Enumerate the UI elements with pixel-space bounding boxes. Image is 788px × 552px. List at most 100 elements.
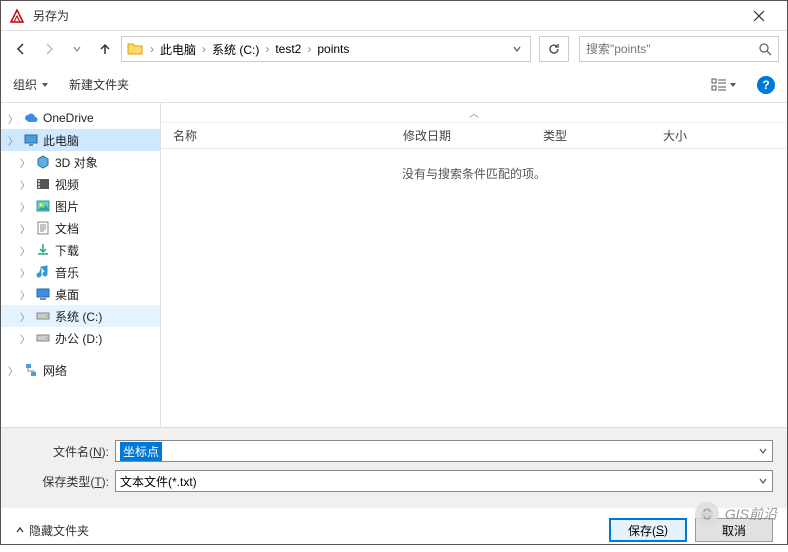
- chevron-right-icon[interactable]: ›: [150, 42, 154, 56]
- footer: 隐藏文件夹 保存(S) 取消: [1, 508, 787, 552]
- address-dropdown[interactable]: [508, 44, 526, 54]
- filename-dropdown[interactable]: [758, 446, 768, 456]
- tree-item-label: 图片: [55, 198, 79, 215]
- network-icon: [23, 362, 39, 378]
- file-list-area: ︿ 名称 修改日期 类型 大小 没有与搜索条件匹配的项。: [161, 103, 787, 427]
- search-icon[interactable]: [758, 42, 772, 56]
- bottom-panel: 文件名(N): 坐标点 保存类型(T): 文本文件(*.txt): [1, 427, 787, 508]
- hide-folders-toggle[interactable]: 隐藏文件夹: [15, 522, 89, 539]
- titlebar: 另存为: [1, 1, 787, 31]
- app-icon: [9, 8, 25, 24]
- forward-button[interactable]: [37, 37, 61, 61]
- save-button[interactable]: 保存(S): [609, 518, 687, 542]
- tree-item-视频[interactable]: 〉视频: [1, 173, 160, 195]
- filetype-field[interactable]: 文本文件(*.txt): [115, 470, 773, 492]
- desktop-icon: [35, 286, 51, 302]
- filetype-row: 保存类型(T): 文本文件(*.txt): [15, 470, 773, 492]
- expand-icon[interactable]: 〉: [19, 265, 31, 280]
- help-button[interactable]: ?: [757, 76, 775, 94]
- close-button[interactable]: [739, 1, 779, 31]
- body-area: 〉OneDrive〉此电脑〉3D 对象〉视频〉图片〉文档〉下载〉音乐〉桌面〉系统…: [1, 103, 787, 427]
- download-icon: [35, 242, 51, 258]
- tree-item-label: 3D 对象: [55, 154, 98, 171]
- window-title: 另存为: [33, 7, 739, 24]
- filename-value[interactable]: 坐标点: [120, 442, 162, 461]
- column-name[interactable]: 名称: [161, 127, 391, 144]
- hide-folders-label: 隐藏文件夹: [29, 522, 89, 539]
- column-size[interactable]: 大小: [651, 127, 731, 144]
- tree-item-OneDrive[interactable]: 〉 OneDrive: [1, 107, 160, 129]
- video-icon: [35, 176, 51, 192]
- filename-label: 文件名(N):: [15, 443, 115, 460]
- navbar: › 此电脑 › 系统 (C:) › test2 › points: [1, 31, 787, 67]
- tree-item-label: 网络: [43, 362, 67, 379]
- empty-message: 没有与搜索条件匹配的项。: [161, 149, 787, 198]
- up-button[interactable]: [93, 37, 117, 61]
- search-box[interactable]: [579, 36, 779, 62]
- tree-item-桌面[interactable]: 〉 桌面: [1, 283, 160, 305]
- drive-icon: [35, 308, 51, 324]
- chevron-right-icon: ›: [202, 42, 206, 56]
- cancel-button[interactable]: 取消: [695, 518, 773, 542]
- filetype-dropdown[interactable]: [758, 476, 768, 486]
- breadcrumb-item[interactable]: 系统 (C:): [208, 39, 263, 60]
- tree-item-label: OneDrive: [43, 111, 94, 125]
- tree-item-文档[interactable]: 〉 文档: [1, 217, 160, 239]
- breadcrumb-item[interactable]: points: [313, 40, 353, 58]
- filename-field[interactable]: 坐标点: [115, 440, 773, 462]
- chevron-right-icon: ›: [265, 42, 269, 56]
- organize-menu[interactable]: 组织: [13, 76, 49, 93]
- expand-icon[interactable]: 〉: [19, 199, 31, 214]
- folder-tree[interactable]: 〉OneDrive〉此电脑〉3D 对象〉视频〉图片〉文档〉下载〉音乐〉桌面〉系统…: [1, 103, 161, 427]
- column-date[interactable]: 修改日期: [391, 127, 531, 144]
- view-options-button[interactable]: [711, 78, 737, 92]
- filename-row: 文件名(N): 坐标点: [15, 440, 773, 462]
- drive-icon: [35, 330, 51, 346]
- address-bar[interactable]: › 此电脑 › 系统 (C:) › test2 › points: [121, 36, 531, 62]
- back-button[interactable]: [9, 37, 33, 61]
- toolbar: 组织 新建文件夹 ?: [1, 67, 787, 103]
- doc-icon: [35, 220, 51, 236]
- expand-icon[interactable]: 〉: [19, 155, 31, 170]
- expand-icon[interactable]: 〉: [19, 287, 31, 302]
- expand-icon[interactable]: 〉: [19, 221, 31, 236]
- scroll-up-indicator[interactable]: ︿: [161, 103, 787, 123]
- tree-item-label: 桌面: [55, 286, 79, 303]
- new-folder-button[interactable]: 新建文件夹: [69, 76, 129, 93]
- tree-item-3D 对象[interactable]: 〉 3D 对象: [1, 151, 160, 173]
- tree-item-label: 文档: [55, 220, 79, 237]
- tree-item-音乐[interactable]: 〉 音乐: [1, 261, 160, 283]
- recent-dropdown[interactable]: [65, 37, 89, 61]
- breadcrumb-item[interactable]: 此电脑: [156, 39, 200, 60]
- cloud-icon: [23, 110, 39, 126]
- organize-label: 组织: [13, 76, 37, 93]
- expand-icon[interactable]: 〉: [19, 243, 31, 258]
- expand-icon[interactable]: 〉: [7, 111, 19, 126]
- filetype-value: 文本文件(*.txt): [120, 473, 197, 490]
- tree-item-label: 办公 (D:): [55, 330, 102, 347]
- expand-icon[interactable]: 〉: [19, 309, 31, 324]
- search-input[interactable]: [586, 42, 758, 56]
- 3d-icon: [35, 154, 51, 170]
- chevron-right-icon: ›: [307, 42, 311, 56]
- tree-item-下载[interactable]: 〉下载: [1, 239, 160, 261]
- folder-icon: [126, 40, 144, 58]
- tree-item-图片[interactable]: 〉 图片: [1, 195, 160, 217]
- tree-item-label: 系统 (C:): [55, 308, 102, 325]
- breadcrumb-item[interactable]: test2: [271, 40, 305, 58]
- tree-item-系统 (C:)[interactable]: 〉 系统 (C:): [1, 305, 160, 327]
- expand-icon[interactable]: 〉: [7, 363, 19, 378]
- music-icon: [35, 264, 51, 280]
- tree-item-网络[interactable]: 〉 网络: [1, 359, 160, 381]
- tree-item-label: 此电脑: [43, 132, 79, 149]
- breadcrumb: › 此电脑 › 系统 (C:) › test2 › points: [150, 39, 508, 60]
- tree-item-此电脑[interactable]: 〉 此电脑: [1, 129, 160, 151]
- tree-item-label: 音乐: [55, 264, 79, 281]
- expand-icon[interactable]: 〉: [7, 133, 19, 148]
- pc-icon: [23, 132, 39, 148]
- expand-icon[interactable]: 〉: [19, 331, 31, 346]
- tree-item-办公 (D:)[interactable]: 〉 办公 (D:): [1, 327, 160, 349]
- expand-icon[interactable]: 〉: [19, 177, 31, 192]
- column-type[interactable]: 类型: [531, 127, 651, 144]
- refresh-button[interactable]: [539, 36, 569, 62]
